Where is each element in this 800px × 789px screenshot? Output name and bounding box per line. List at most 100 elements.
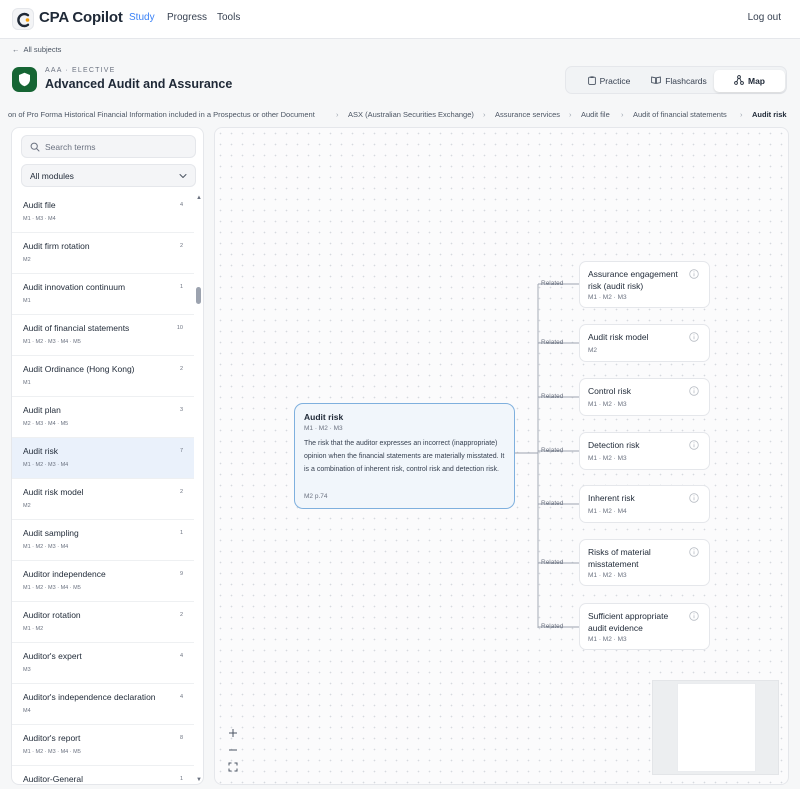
term-item-auditor-general[interactable]: Auditor-General 1 [12, 766, 194, 784]
relation-label: Related [541, 339, 564, 346]
term-list: Audit file M1 · M3 · M4 4 Audit firm rot… [12, 192, 194, 784]
info-icon[interactable] [689, 493, 699, 503]
term-modules: M1 · M2 · M3 · M4 · M5 [23, 585, 81, 591]
term-item-auditors-independence-declaration[interactable]: Auditor's independence declaration M4 4 [12, 684, 194, 725]
term-name: Auditor's independence declaration [23, 692, 156, 702]
breadcrumb-current: Audit risk [752, 110, 787, 119]
tab-map-label: Map [748, 76, 765, 86]
term-count: 9 [179, 571, 183, 577]
term-name: Audit of financial statements [23, 323, 130, 333]
related-node-modules: M1 · M2 · M4 [588, 508, 627, 515]
term-modules: M1 · M2 · M3 · M4 [23, 462, 69, 468]
scrollbar-thumb[interactable] [196, 287, 201, 304]
term-item-audit-plan[interactable]: Audit plan M2 · M3 · M4 · M5 3 [12, 397, 194, 438]
center-node-modules: M1 · M2 · M3 [304, 425, 343, 432]
chevron-right-icon: › [569, 110, 572, 119]
related-node-title: Audit risk model [588, 332, 649, 342]
terms-sidebar: All modules Audit file M1 · M3 · M4 4 Au… [11, 127, 204, 785]
relation-label: Related [541, 623, 564, 630]
term-modules: M1 · M2 [23, 626, 44, 632]
breadcrumb-item[interactable]: on of Pro Forma Historical Financial Inf… [8, 110, 315, 119]
zoom-controls [225, 725, 241, 777]
concept-map-canvas[interactable]: Audit risk M1 · M2 · M3 The risk that th… [214, 127, 789, 785]
info-icon[interactable] [689, 386, 699, 396]
scroll-down-icon[interactable]: ▼ [195, 777, 203, 783]
relation-label: Related [541, 500, 564, 507]
info-icon[interactable] [689, 332, 699, 342]
related-node-risks-of-material-misstatement[interactable]: Risks of material misstatement M1 · M2 ·… [579, 539, 710, 586]
back-to-subjects-link[interactable]: ← All subjects [12, 45, 61, 54]
related-node-inherent-risk[interactable]: Inherent risk M1 · M2 · M4 [579, 485, 710, 523]
related-node-modules: M2 [588, 347, 598, 354]
nav-progress[interactable]: Progress [167, 12, 207, 23]
related-node-sufficient-appropriate-audit-evidence[interactable]: Sufficient appropriate audit evidence M1… [579, 603, 710, 650]
term-item-audit-file[interactable]: Audit file M1 · M3 · M4 4 [12, 192, 194, 233]
related-node-detection-risk[interactable]: Detection risk M1 · M2 · M3 [579, 432, 710, 470]
breadcrumb-item[interactable]: Audit file [581, 110, 610, 119]
nav-study[interactable]: Study [129, 12, 155, 23]
term-item-auditors-report[interactable]: Auditor's report M1 · M2 · M3 · M4 · M5 … [12, 725, 194, 766]
minus-icon [229, 749, 237, 751]
breadcrumb-item[interactable]: Assurance services [495, 110, 560, 119]
top-nav: CPA Copilot Study Progress Tools Log out [0, 0, 800, 39]
term-item-audit-sampling[interactable]: Audit sampling M1 · M2 · M3 · M4 1 [12, 520, 194, 561]
center-node-title: Audit risk [304, 412, 344, 422]
cpa-logo-icon[interactable] [12, 8, 34, 30]
term-name: Auditor's report [23, 733, 81, 743]
plus-icon [229, 729, 237, 737]
relation-label: Related [541, 559, 564, 566]
term-name: Audit risk model [23, 487, 84, 497]
fit-view-button[interactable] [225, 759, 241, 775]
term-item-auditors-expert[interactable]: Auditor's expert M3 4 [12, 643, 194, 684]
view-switcher: Practice Flashcards Map [565, 66, 787, 94]
breadcrumb-item[interactable]: ASX (Australian Securities Exchange) [348, 110, 474, 119]
info-icon[interactable] [689, 611, 699, 621]
zoom-out-button[interactable] [225, 742, 241, 758]
module-filter-select[interactable]: All modules [21, 164, 196, 187]
info-icon[interactable] [689, 440, 699, 450]
minimap[interactable] [652, 680, 779, 775]
related-node-control-risk[interactable]: Control risk M1 · M2 · M3 [579, 378, 710, 416]
term-modules: M1 · M2 · M3 · M4 [23, 544, 69, 550]
term-item-auditor-independence[interactable]: Auditor independence M1 · M2 · M3 · M4 ·… [12, 561, 194, 602]
subject-title: Advanced Audit and Assurance [45, 77, 233, 91]
term-count: 2 [179, 243, 183, 249]
minimap-viewport[interactable] [677, 683, 756, 772]
related-node-title: Risks of material misstatement [588, 547, 651, 569]
term-count: 1 [179, 284, 183, 290]
info-icon[interactable] [689, 269, 699, 279]
arrow-left-icon: ← [12, 45, 20, 54]
term-count: 2 [179, 612, 183, 618]
search-input[interactable] [45, 139, 190, 155]
breadcrumb-item[interactable]: Audit of financial statements [633, 110, 727, 119]
related-node-title: Control risk [588, 386, 631, 396]
term-name: Audit firm rotation [23, 241, 90, 251]
info-icon[interactable] [689, 547, 699, 557]
center-node-audit-risk[interactable]: Audit risk M1 · M2 · M3 The risk that th… [294, 403, 515, 509]
tab-flashcards[interactable]: Flashcards [644, 70, 714, 92]
term-item-audit-innovation-continuum[interactable]: Audit innovation continuum M1 1 [12, 274, 194, 315]
term-count: 10 [176, 325, 183, 331]
scroll-up-icon[interactable]: ▲ [195, 195, 203, 201]
tab-map[interactable]: Map [714, 70, 785, 92]
term-item-audit-of-financial-statements[interactable]: Audit of financial statements M1 · M2 · … [12, 315, 194, 356]
related-node-modules: M1 · M2 · M3 [588, 636, 627, 643]
zoom-in-button[interactable] [225, 725, 241, 741]
logout-button[interactable]: Log out [748, 12, 781, 23]
term-item-audit-risk-model[interactable]: Audit risk model M2 2 [12, 479, 194, 520]
term-modules: M2 [23, 257, 31, 263]
module-filter-value: All modules [30, 171, 74, 181]
tab-practice[interactable]: Practice [578, 70, 640, 92]
term-modules: M1 [23, 380, 31, 386]
nav-tools[interactable]: Tools [217, 12, 240, 23]
related-node-title: Detection risk [588, 440, 640, 450]
app-title[interactable]: CPA Copilot [39, 9, 123, 26]
related-node-assurance-engagement-risk[interactable]: Assurance engagement risk (audit risk) M… [579, 261, 710, 308]
related-node-audit-risk-model[interactable]: Audit risk model M2 [579, 324, 710, 362]
term-name: Audit file [23, 200, 56, 210]
term-item-audit-risk[interactable]: Audit risk M1 · M2 · M3 · M4 7 [12, 438, 194, 479]
term-list-scrollbar[interactable]: ▲ ▼ [195, 195, 203, 783]
term-item-auditor-rotation[interactable]: Auditor rotation M1 · M2 2 [12, 602, 194, 643]
term-item-audit-ordinance-hong-kong[interactable]: Audit Ordinance (Hong Kong) M1 2 [12, 356, 194, 397]
term-item-audit-firm-rotation[interactable]: Audit firm rotation M2 2 [12, 233, 194, 274]
